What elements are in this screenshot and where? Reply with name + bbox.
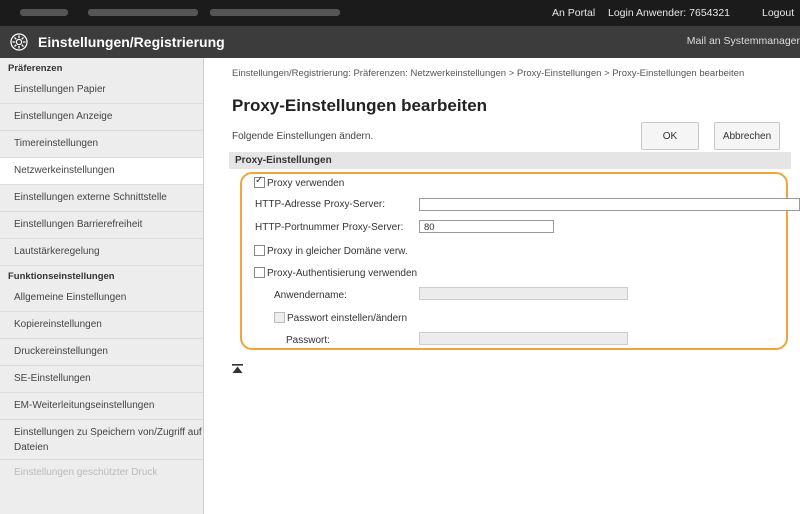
sidebar-section-functions: Funktionseinstellungen xyxy=(8,271,115,282)
proxy-auth-checkbox[interactable] xyxy=(254,267,265,278)
sidebar-section-preferences: Präferenzen xyxy=(8,63,63,74)
sidebar-item-external-interface[interactable]: Einstellungen externe Schnittstelle xyxy=(0,185,203,212)
blurred-text xyxy=(20,9,68,16)
proxy-auth-label: Proxy-Authentisierung verwenden xyxy=(267,268,418,280)
set-change-password-row: Passwort einstellen/ändern xyxy=(274,312,408,325)
username-label: Anwendername: xyxy=(274,290,347,301)
sidebar-item-paper[interactable]: Einstellungen Papier xyxy=(0,77,203,104)
login-user-info: Login Anwender: 7654321 xyxy=(608,7,731,19)
http-address-label: HTTP-Adresse Proxy-Server: xyxy=(255,199,386,210)
sidebar-item-accessibility[interactable]: Einstellungen Barrierefreiheit xyxy=(0,212,203,239)
username-input[interactable] xyxy=(419,287,628,300)
blurred-text xyxy=(88,9,198,16)
sidebar-item-timer[interactable]: Timereinstellungen xyxy=(0,131,203,158)
sidebar-item-em-forwarding[interactable]: EM-Weiterleitungseinstellungen xyxy=(0,393,203,420)
http-address-input[interactable] xyxy=(419,198,800,211)
http-port-label: HTTP-Portnummer Proxy-Server: xyxy=(255,222,404,233)
set-change-password-label: Passwort einstellen/ändern xyxy=(287,313,408,325)
same-domain-row: Proxy in gleicher Domäne verw. xyxy=(254,245,408,258)
sidebar-item-display[interactable]: Einstellungen Anzeige xyxy=(0,104,203,131)
breadcrumb: Einstellungen/Registrierung: Präferenzen… xyxy=(232,68,745,79)
page-title: Proxy-Einstellungen bearbeiten xyxy=(232,96,488,115)
set-change-password-checkbox[interactable] xyxy=(274,312,285,323)
scroll-to-top-icon[interactable] xyxy=(232,364,243,374)
sidebar-item-store-access-files[interactable]: Einstellungen zu Speichern von/Zugriff a… xyxy=(0,420,203,460)
top-bar: An Portal Login Anwender: 7654321 Logout xyxy=(0,0,800,26)
use-proxy-label: Proxy verwenden xyxy=(267,178,345,190)
same-domain-label: Proxy in gleicher Domäne verw. xyxy=(267,246,408,258)
sidebar-item-se[interactable]: SE-Einstellungen xyxy=(0,366,203,393)
use-proxy-checkbox[interactable]: ✓ xyxy=(254,175,265,188)
password-label: Passwort: xyxy=(286,335,330,346)
sidebar-item-network[interactable]: Netzwerkeinstellungen xyxy=(0,158,203,185)
portal-link[interactable]: An Portal xyxy=(552,7,595,19)
password-input[interactable] xyxy=(419,332,628,345)
proxy-auth-row: Proxy-Authentisierung verwenden xyxy=(254,267,418,280)
section-header-proxy: Proxy-Einstellungen xyxy=(229,152,791,169)
sidebar-item-copy[interactable]: Kopiereinstellungen xyxy=(0,312,203,339)
sidebar-item-secure-print[interactable]: Einstellungen geschützter Druck xyxy=(0,460,203,486)
logout-link[interactable]: Logout xyxy=(762,7,794,19)
ok-button[interactable]: OK xyxy=(641,122,699,150)
same-domain-checkbox[interactable] xyxy=(254,245,265,256)
sidebar-item-printer[interactable]: Druckereinstellungen xyxy=(0,339,203,366)
http-port-input[interactable]: 80 xyxy=(419,220,554,233)
sidebar-item-general[interactable]: Allgemeine Einstellungen xyxy=(0,285,203,312)
sidebar: Präferenzen Einstellungen Papier Einstel… xyxy=(0,58,204,514)
page-description: Folgende Einstellungen ändern. xyxy=(232,131,374,142)
blurred-text xyxy=(210,9,340,16)
gear-settings-icon xyxy=(10,33,28,51)
cancel-button[interactable]: Abbrechen xyxy=(714,122,780,150)
sidebar-item-volume[interactable]: Lautstärkeregelung xyxy=(0,239,203,266)
title-bar: Einstellungen/Registrierung Mail an Syst… xyxy=(0,26,800,58)
mail-to-admin-link[interactable]: Mail an Systemmanager xyxy=(687,35,800,47)
use-proxy-row: ✓ Proxy verwenden xyxy=(254,175,345,190)
checkmark-icon: ✓ xyxy=(255,175,264,186)
app-title: Einstellungen/Registrierung xyxy=(38,34,225,50)
